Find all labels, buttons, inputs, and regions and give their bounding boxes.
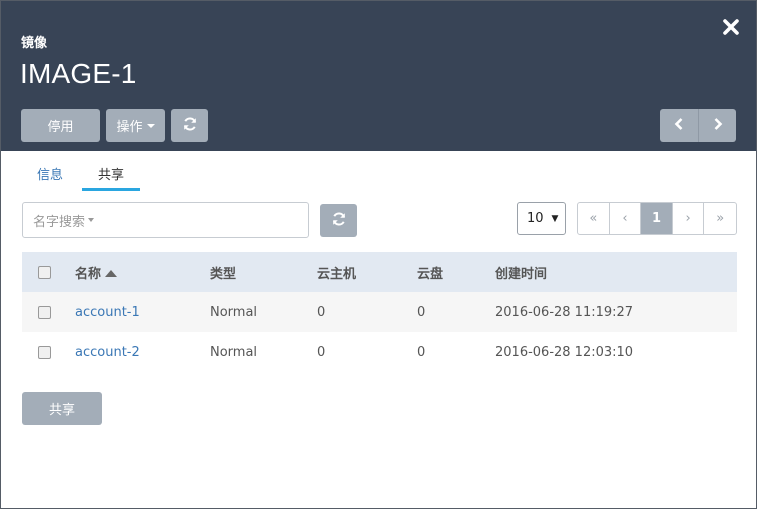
- page-first-button[interactable]: «: [578, 203, 610, 234]
- pagination: « ‹ 1 › »: [577, 202, 737, 235]
- next-item-button[interactable]: [698, 109, 736, 142]
- refresh-list-button[interactable]: [320, 204, 357, 237]
- resource-type-label: 镜像: [21, 36, 48, 51]
- column-header-type: 类型: [210, 266, 237, 282]
- column-header-name[interactable]: 名称: [75, 263, 118, 282]
- page-size-value: 10: [527, 211, 544, 226]
- table-header: 名称 类型 云主机 云盘 创建时间: [22, 252, 737, 292]
- cell-disks: 0: [417, 304, 426, 320]
- cell-disks: 0: [417, 344, 426, 360]
- refresh-header-button[interactable]: [171, 109, 208, 142]
- cell-vms: 0: [317, 304, 326, 320]
- disable-button-label: 停用: [47, 120, 74, 135]
- column-header-created: 创建时间: [495, 266, 548, 282]
- cell-type: Normal: [210, 304, 258, 320]
- row-checkbox[interactable]: [38, 305, 51, 319]
- close-icon[interactable]: [720, 16, 742, 38]
- refresh-icon: [331, 211, 347, 231]
- account-link[interactable]: account-1: [75, 305, 140, 320]
- disable-button[interactable]: 停用: [21, 109, 100, 142]
- column-header-name-label: 名称: [75, 266, 102, 282]
- share-button[interactable]: 共享: [22, 392, 102, 425]
- image-detail-panel: 镜像 IMAGE-1 停用 操作 信息 共享 名字搜索 10 ▼ « ‹ 1 ›…: [0, 0, 757, 509]
- column-header-disks: 云盘: [417, 266, 444, 282]
- page-size-select[interactable]: 10 ▼: [517, 202, 566, 235]
- page-current-button[interactable]: 1: [641, 203, 673, 234]
- chevron-right-icon: [712, 117, 724, 135]
- cell-vms: 0: [317, 344, 326, 360]
- page-title: IMAGE-1: [20, 58, 137, 89]
- cell-type: Normal: [210, 344, 258, 360]
- caret-down-icon: [146, 123, 155, 128]
- previous-item-button[interactable]: [660, 109, 698, 142]
- chevron-left-icon: [673, 117, 685, 135]
- cell-created: 2016-06-28 12:03:10: [495, 344, 634, 360]
- search-placeholder: 名字搜索: [33, 214, 86, 230]
- actions-button-label: 操作: [116, 120, 143, 135]
- account-link[interactable]: account-2: [75, 345, 140, 360]
- tab-info[interactable]: 信息: [22, 160, 78, 191]
- sort-ascending-icon: [105, 269, 118, 277]
- page-last-button[interactable]: »: [704, 203, 736, 234]
- table-row: account-2 Normal 0 0 2016-06-28 12:03:10: [22, 332, 737, 372]
- share-button-label: 共享: [48, 403, 75, 418]
- tab-share[interactable]: 共享: [82, 160, 140, 191]
- column-header-vms: 云主机: [317, 266, 357, 282]
- page-next-button[interactable]: ›: [673, 203, 705, 234]
- actions-dropdown-button[interactable]: 操作: [106, 109, 165, 142]
- caret-down-icon: ▼: [551, 213, 559, 224]
- panel-header: 镜像 IMAGE-1 停用 操作: [1, 1, 756, 151]
- row-checkbox[interactable]: [38, 345, 51, 359]
- caret-down-icon: [88, 218, 95, 222]
- search-input[interactable]: 名字搜索: [22, 202, 309, 238]
- page-prev-button[interactable]: ‹: [610, 203, 642, 234]
- cell-created: 2016-06-28 11:19:27: [495, 304, 634, 320]
- table-row: account-1 Normal 0 0 2016-06-28 11:19:27: [22, 292, 737, 332]
- refresh-icon: [182, 116, 198, 136]
- select-all-checkbox[interactable]: [38, 265, 51, 279]
